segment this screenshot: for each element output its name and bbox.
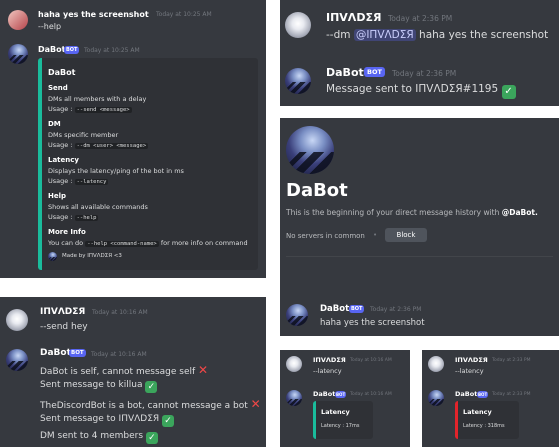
user-avatar[interactable] [285,12,311,38]
field-desc: Displays the latency/ping of the bot in … [48,167,184,175]
field-desc: Shows all available commands [48,203,148,211]
field-usage: Usage : --send <message> [48,105,132,113]
embed-text: Latency : 318ms [463,423,505,429]
help-embed: DaBot Send DMs all members with a delay … [38,58,258,270]
embed-footer: Made by IΠVΛDΣЯ <3 [62,253,122,259]
bot-name[interactable]: DaBot [38,45,65,54]
latency-panel-1: IΠVΛDΣЯ Today at 10:16 AM --latency DaBo… [280,350,410,447]
user-name[interactable]: IΠVΛDΣЯ [40,307,85,317]
embed-title: DaBot [48,68,76,77]
timestamp: Today at 2:33 PM [492,392,531,397]
divider [286,256,553,257]
timestamp: Today at 10:16 AM [350,392,392,397]
bot-name[interactable]: DaBot [40,348,71,358]
bot-name[interactable]: DaBot [455,390,477,398]
field-title: Help [48,192,67,200]
bot-avatar[interactable] [428,390,444,406]
bot-tag: BOT [349,305,365,313]
embed-color-bar [38,58,42,270]
send-panel: IΠVΛDΣЯ Today at 10:16 AM --send hey DaB… [0,297,266,447]
bot-name[interactable]: DaBot [313,390,335,398]
dm-header-panel: DaBot This is the beginning of your dire… [280,118,559,336]
user-name[interactable]: haha yes the screenshot [38,10,149,19]
dm-panel: IΠVΛDΣЯ Today at 2:36 PM --dm @IΠVΛDΣЯ h… [280,0,559,106]
user-avatar[interactable] [6,309,28,331]
footer-icon [48,252,57,261]
user-avatar[interactable] [286,356,302,372]
user-name[interactable]: IΠVΛDΣЯ [326,11,381,24]
latency-panel-2: IΠVΛDΣЯ Today at 2:33 PM --latency DaBot… [422,350,559,447]
check-icon: ✓ [145,381,158,393]
help-panel: haha yes the screenshot Today at 10:25 A… [0,0,266,278]
bot-avatar[interactable] [286,390,302,406]
user-name[interactable]: IΠVΛDΣЯ [313,356,346,364]
bot-tag: BOT [335,391,347,398]
field-title: DM [48,120,61,128]
bot-avatar[interactable] [6,349,28,371]
field-desc: You can do --help <command-name> for mor… [48,239,248,247]
message-text: --latency [455,367,484,375]
timestamp: Today at 10:16 AM [91,351,147,358]
field-title: More Info [48,228,86,236]
result-line: TheDiscordBot is a bot, cannot message a… [40,397,261,411]
bot-tag: BOT [477,391,489,398]
field-usage: Usage : --latency [48,177,109,185]
embed-title: Latency [321,408,350,416]
block-button[interactable]: Block [385,228,427,242]
embed-text: Latency : 17ms [321,423,360,429]
cross-icon: ✕ [250,397,261,411]
check-icon: ✓ [501,85,516,99]
result-line: Sent message to killua ✓ [40,380,158,393]
embed-color-bar [313,401,316,439]
message-text: --send hey [40,322,88,332]
dm-intro: This is the beginning of your direct mes… [286,208,538,217]
timestamp: Today at 10:16 AM [92,309,148,316]
bot-tag: BOT [69,349,86,357]
bot-tag: BOT [64,46,80,54]
bot-avatar[interactable] [285,68,311,94]
bot-avatar[interactable] [286,304,308,326]
field-title: Send [48,84,68,92]
user-avatar[interactable] [428,356,444,372]
profile-avatar[interactable] [286,126,334,174]
timestamp: Today at 2:33 PM [492,358,531,363]
cross-icon: ✕ [198,363,209,377]
result-line: Sent message to IΠVΛDΣЯ ✓ [40,414,175,427]
result-line: DaBot is self, cannot message self ✕ [40,363,209,377]
timestamp: Today at 10:16 AM [350,358,392,363]
result-line: DM sent to 4 members ✓ [40,431,158,444]
message-text: --latency [313,367,342,375]
field-usage: Usage : --help [48,213,99,221]
timestamp: Today at 10:25 AM [156,11,212,18]
message-text: Message sent to IΠVΛDΣЯ#1195 ✓ [326,83,516,99]
check-icon: ✓ [145,432,158,444]
embed-title: Latency [463,408,492,416]
bot-name[interactable]: DaBot [326,66,364,79]
bot-name[interactable]: DaBot [320,304,349,314]
timestamp: Today at 10:25 AM [84,47,140,54]
separator-dot: • [373,231,378,239]
message-text: --dm @IΠVΛDΣЯ haha yes the screenshot [326,29,549,41]
latency-embed: Latency Latency : 318ms [455,401,519,439]
user-avatar[interactable] [8,10,28,30]
timestamp: Today at 2:36 PM [388,14,453,23]
message-text: --help [38,22,62,31]
latency-embed: Latency Latency : 17ms [313,401,373,439]
embed-color-bar [455,401,458,439]
mutual-servers[interactable]: No servers in common [286,232,365,240]
field-title: Latency [48,156,79,164]
dm-title: DaBot [286,180,348,201]
message-text: haha yes the screenshot [320,318,425,328]
check-icon: ✓ [162,415,175,427]
field-desc: DMs all members with a delay [48,95,147,103]
timestamp: Today at 2:36 PM [370,306,422,313]
timestamp: Today at 2:36 PM [392,69,457,78]
field-usage: Usage : --dm <user> <message> [48,141,149,149]
user-mention[interactable]: @IΠVΛDΣЯ [353,29,416,41]
bot-tag: BOT [364,67,385,77]
user-name[interactable]: IΠVΛDΣЯ [455,356,488,364]
bot-avatar[interactable] [8,44,28,64]
field-desc: DMs specific member [48,131,119,139]
